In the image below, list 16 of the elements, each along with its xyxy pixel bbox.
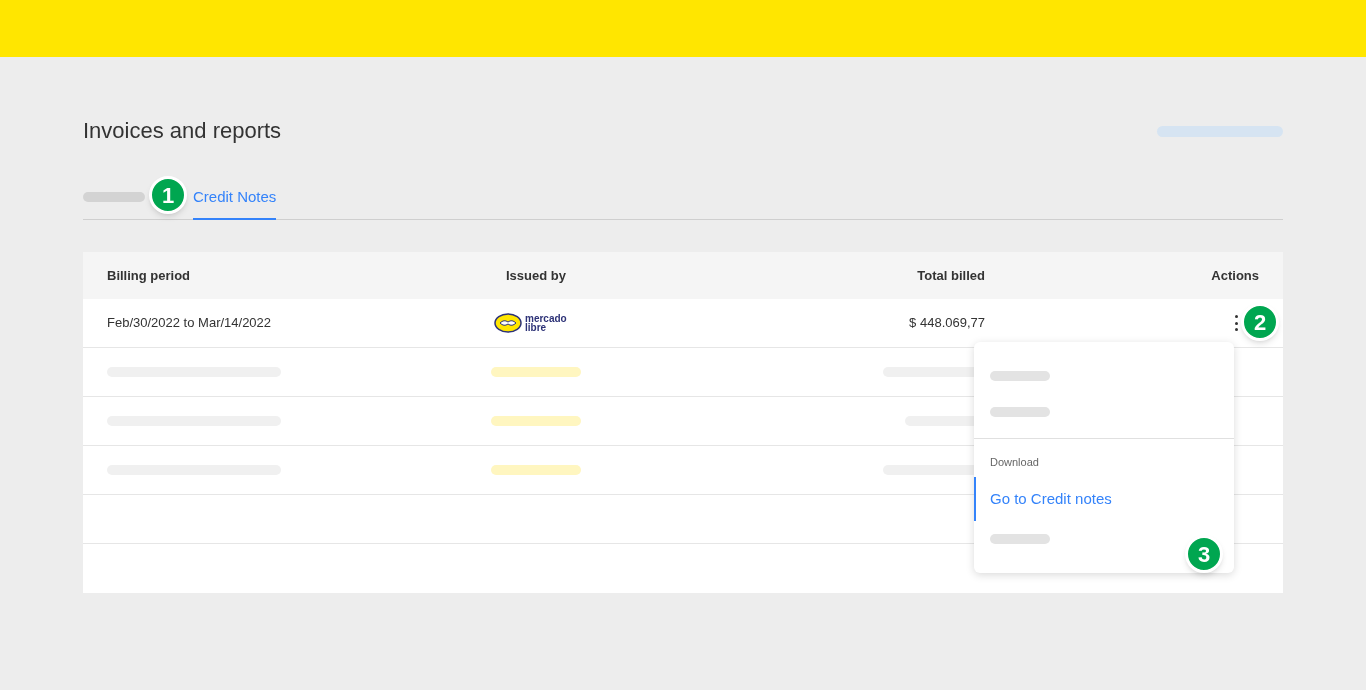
issuer-logo: mercado libre <box>494 313 567 333</box>
loading-placeholder <box>990 371 1050 381</box>
page-title: Invoices and reports <box>83 117 282 145</box>
column-header: Total billed <box>916 266 985 285</box>
loading-placeholder <box>990 407 1050 417</box>
menu-item[interactable]: Go to Credit notes <box>974 477 1234 521</box>
column-header: Issued by <box>505 266 567 285</box>
tab[interactable]: Credit Notes <box>193 185 277 220</box>
table-cell-text: Feb/30/2022 to Mar/14/2022 <box>106 314 273 333</box>
column-header: Actions <box>1210 266 1260 285</box>
table-cell-text: $ 448.069,77 <box>908 314 985 333</box>
menu-section-label: Download <box>990 454 1039 470</box>
more-options-icon[interactable] <box>1233 315 1239 331</box>
column-header: Billing period <box>106 266 192 285</box>
loading-placeholder <box>990 534 1050 544</box>
step-number-badge: 1 <box>149 176 187 214</box>
